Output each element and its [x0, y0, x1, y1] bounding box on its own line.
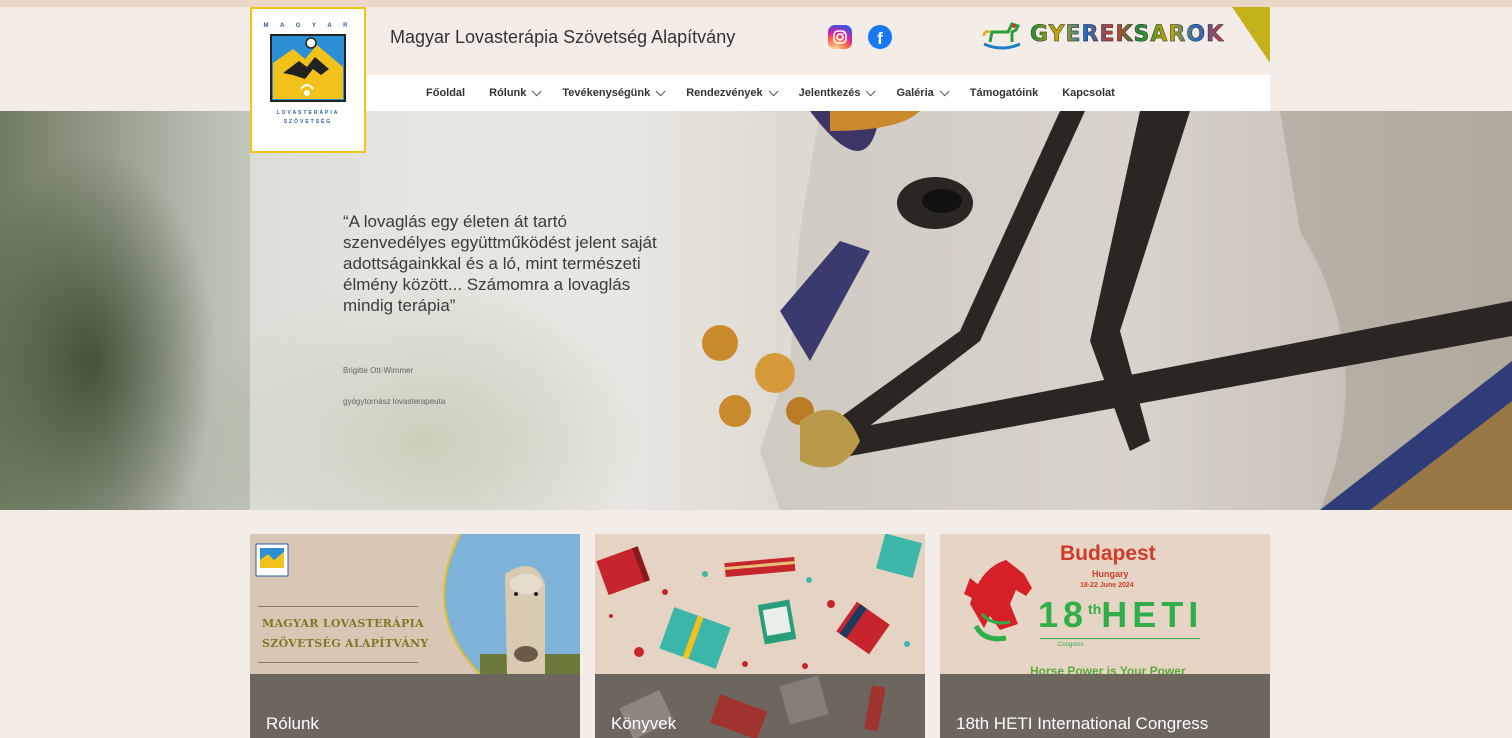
site-title[interactable]: Magyar Lovasterápia Szövetség Alapítvány: [390, 27, 735, 48]
card-rolunk-graphic-line2: SZÖVETSÉG ALAPÍTVÁNY: [262, 637, 429, 650]
hero-quote: “A lovaglás egy életen át tartó szenvedé…: [343, 212, 657, 315]
main-nav: Főoldal Rólunk Tevékenységünk Rendezvény…: [366, 75, 1270, 111]
facebook-icon[interactable]: f: [868, 25, 892, 49]
card-rolunk-rule: [258, 606, 418, 607]
heti-congress-word: Congress: [1058, 642, 1084, 648]
nav-item-label: Főoldal: [426, 87, 466, 99]
site-header: M A G Y A R LOVASTERÁPIA SZÖVETSÉG Magya…: [250, 7, 1270, 153]
card-rolunk-graphic-line1: MAGYAR LOVASTERÁPIA: [262, 617, 424, 630]
instagram-icon[interactable]: [828, 25, 852, 49]
hero-banner: “A lovaglás egy életen át tartó szenvedé…: [0, 111, 1512, 510]
nav-item-fooldal[interactable]: Főoldal: [426, 87, 465, 99]
nav-item-label: Támogatóink: [969, 87, 1039, 99]
social-links: f: [828, 25, 892, 49]
chevron-down-icon: [532, 85, 542, 96]
rocking-horse-icon: [982, 22, 1021, 50]
nav-item-tevekenysegunk[interactable]: Tevékenységünk: [562, 85, 666, 99]
heti-event-number: 18: [1038, 594, 1089, 635]
kids-corner-triangle: [1232, 7, 1270, 63]
card-rolunk-rule: [258, 662, 418, 663]
nav-item-label: Rendezvények: [686, 87, 763, 99]
nav-item-label: Galéria: [896, 87, 934, 99]
card-rolunk[interactable]: MAGYAR LOVASTERÁPIA SZÖVETSÉG ALAPÍTVÁNY…: [250, 534, 580, 738]
card-konyvek[interactable]: Könyvek: [595, 534, 925, 738]
logo-bottom-line1: LOVASTERÁPIA: [276, 110, 340, 116]
card-label: 18th HETI International Congress: [956, 714, 1209, 733]
nav-item-label: Jelentkezés: [798, 87, 861, 99]
nav-item-rolunk[interactable]: Rólunk: [489, 85, 542, 99]
heti-country: Hungary: [1092, 569, 1129, 579]
logo-top-text: M A G Y A R: [263, 23, 353, 29]
heti-city: Budapest: [1060, 542, 1156, 565]
logo-horse-icon: [270, 34, 346, 102]
chevron-down-icon: [655, 85, 666, 96]
heti-event-suffix: th: [1088, 601, 1102, 617]
nav-item-tamogatoink[interactable]: Támogatóink: [970, 87, 1038, 99]
chevron-down-icon: [768, 85, 779, 96]
horse-photo: [702, 111, 1512, 510]
heti-event-title: 18thHETI: [1038, 594, 1203, 636]
nav-item-label: Rólunk: [489, 87, 527, 99]
chevron-down-icon: [866, 85, 877, 96]
card-label: Rólunk: [266, 714, 319, 733]
nav-item-rendezvenyek[interactable]: Rendezvények: [686, 85, 779, 99]
logo-bottom-text: LOVASTERÁPIA SZÖVETSÉG: [277, 109, 340, 127]
quote-author-role: gyógytornász lovasterapeuta: [343, 397, 446, 406]
heti-dates: 18-22 June 2024: [1080, 582, 1134, 589]
top-strip: [0, 0, 1512, 7]
heti-event-name: HETI: [1101, 594, 1204, 635]
card-rolunk-graphic-text: MAGYAR LOVASTERÁPIA SZÖVETSÉG ALAPÍTVÁNY: [262, 614, 429, 654]
card-heti-congress[interactable]: Budapest Hungary 18-22 June 2024 18thHET…: [940, 534, 1270, 738]
quote-author: Brigitte Ott-Wimmer: [343, 366, 414, 375]
nav-item-label: Tevékenységünk: [562, 87, 651, 99]
kids-corner-link[interactable]: GYEREKSAROK: [980, 17, 1224, 51]
logo-bottom-line2: SZÖVETSÉG: [283, 119, 333, 125]
card-label: Könyvek: [611, 714, 677, 733]
site-logo[interactable]: M A G Y A R LOVASTERÁPIA SZÖVETSÉG: [250, 7, 366, 153]
nav-item-jelentkezes[interactable]: Jelentkezés: [798, 85, 877, 99]
kids-corner-text: GYEREKSAROK: [1030, 21, 1225, 47]
nav-item-label: Kapcsolat: [1062, 87, 1115, 99]
chevron-down-icon: [939, 85, 950, 96]
nav-item-galeria[interactable]: Galéria: [896, 85, 950, 99]
nav-item-kapcsolat[interactable]: Kapcsolat: [1062, 87, 1115, 99]
